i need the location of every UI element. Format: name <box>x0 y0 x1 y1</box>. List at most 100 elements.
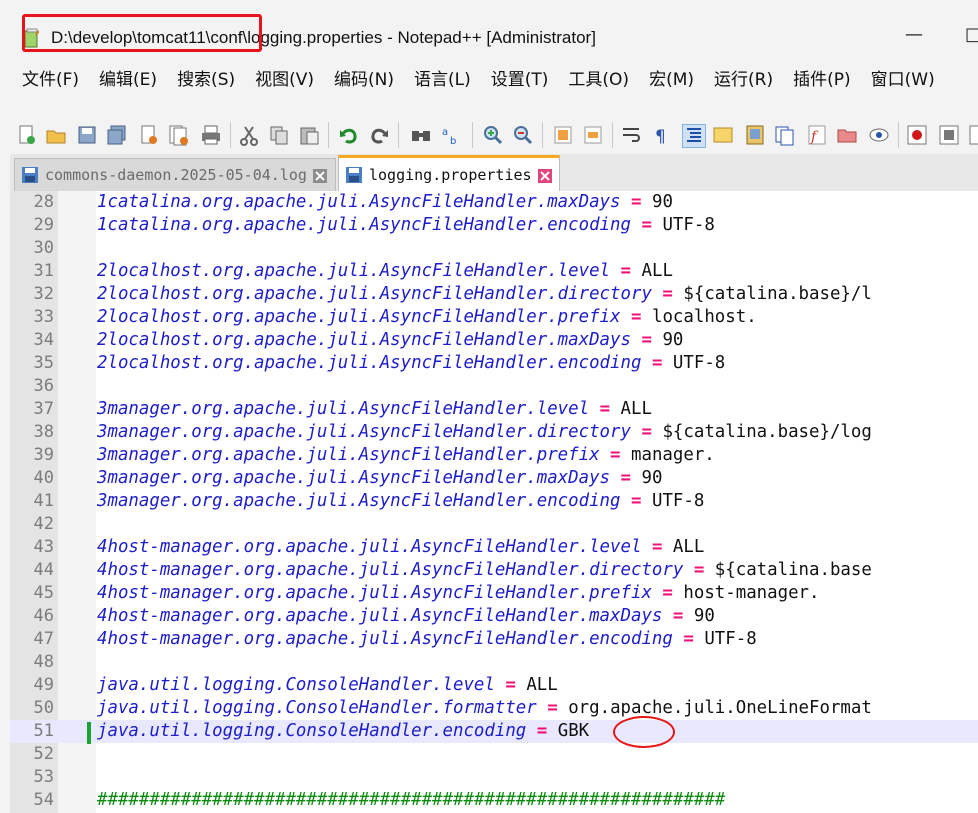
property-value: UTF-8 <box>651 491 705 511</box>
property-value: host-manager. <box>683 583 820 603</box>
menu-macro[interactable]: 宏(M) <box>649 65 694 90</box>
code-line[interactable]: 32 2localhost.org.apache.juli.AsyncFileHa… <box>10 283 978 306</box>
property-key: 2localhost.org.apache.juli.AsyncFileHand… <box>97 261 611 281</box>
paste-icon[interactable] <box>298 124 320 146</box>
stop-recording-icon[interactable] <box>938 124 960 146</box>
code-line[interactable]: 35 2localhost.org.apache.juli.AsyncFileHa… <box>10 352 978 375</box>
print-icon[interactable] <box>200 124 222 146</box>
menu-encoding[interactable]: 编码(N) <box>334 65 394 90</box>
open-file-icon[interactable] <box>45 124 67 146</box>
save-all-icon[interactable] <box>106 124 128 146</box>
code-line[interactable]: 29 1catalina.org.apache.juli.AsyncFileHan… <box>10 214 978 237</box>
code-text: 2localhost.org.apache.juli.AsyncFileHand… <box>97 306 757 329</box>
code-line[interactable]: 46 4host-manager.org.apache.juli.AsyncFil… <box>10 605 978 628</box>
menu-search[interactable]: 搜索(S) <box>177 65 235 90</box>
code-line[interactable]: 31 2localhost.org.apache.juli.AsyncFileHa… <box>10 260 978 283</box>
editor-area[interactable]: 28 1catalina.org.apache.juli.AsyncFileHan… <box>10 191 978 813</box>
user-defined-language-icon[interactable] <box>712 124 734 146</box>
word-wrap-icon[interactable] <box>620 124 642 146</box>
tab-close-icon[interactable] <box>537 168 552 183</box>
code-line[interactable]: 47 4host-manager.org.apache.juli.AsyncFil… <box>10 628 978 651</box>
maximize-button[interactable]: □ <box>965 24 978 45</box>
code-line[interactable]: 52 <box>10 743 978 766</box>
save-icon[interactable] <box>76 124 98 146</box>
tab-close-icon[interactable] <box>312 168 327 183</box>
code-line[interactable]: 30 <box>10 237 978 260</box>
menu-run[interactable]: 运行(R) <box>714 65 773 90</box>
menu-edit[interactable]: 编辑(E) <box>99 65 157 90</box>
code-line[interactable]: 37 3manager.org.apache.juli.AsyncFileHand… <box>10 398 978 421</box>
tab-label: logging.properties <box>369 165 532 184</box>
toolbar-separator <box>398 122 399 148</box>
zoom-in-icon[interactable] <box>482 124 504 146</box>
code-line[interactable]: 49 java.util.logging.ConsoleHandler.level… <box>10 674 978 697</box>
show-all-characters-icon[interactable]: ¶ <box>650 124 672 146</box>
menu-file[interactable]: 文件(F) <box>22 65 79 90</box>
property-key: java.util.logging.ConsoleHandler.level <box>97 675 495 695</box>
record-macro-icon[interactable] <box>906 124 928 146</box>
assignment-operator: = <box>536 721 548 741</box>
sync-horizontal-icon[interactable] <box>582 124 604 146</box>
left-window-edge <box>0 0 10 813</box>
code-line[interactable]: 42 <box>10 513 978 536</box>
property-value: ${catalina.base}/l <box>683 284 872 304</box>
find-icon[interactable] <box>410 124 432 146</box>
menu-view[interactable]: 视图(V) <box>255 65 314 90</box>
code-line[interactable]: 43 4host-manager.org.apache.juli.AsyncFil… <box>10 536 978 559</box>
line-number: 54 <box>33 790 54 810</box>
undo-icon[interactable] <box>338 124 360 146</box>
toolbar: ab ¶ f <box>10 96 978 155</box>
code-line[interactable]: 53 <box>10 766 978 789</box>
menu-plugins[interactable]: 插件(P) <box>793 65 851 90</box>
menu-window[interactable]: 窗口(W) <box>871 65 935 90</box>
copy-icon[interactable] <box>268 124 290 146</box>
minimize-button[interactable]: — <box>905 24 923 45</box>
code-line[interactable]: 45 4host-manager.org.apache.juli.AsyncFil… <box>10 582 978 605</box>
document-list-icon[interactable] <box>774 124 796 146</box>
sync-vertical-icon[interactable] <box>552 124 574 146</box>
code-line[interactable]: 41 3manager.org.apache.juli.AsyncFileHand… <box>10 490 978 513</box>
code-line[interactable]: 44 4host-manager.org.apache.juli.AsyncFil… <box>10 559 978 582</box>
folder-as-workspace-icon[interactable] <box>836 124 858 146</box>
line-number: 52 <box>33 744 54 764</box>
code-line[interactable]: 54 ######################################… <box>10 789 978 812</box>
close-file-icon[interactable] <box>138 124 160 146</box>
new-file-icon[interactable] <box>16 124 38 146</box>
code-line[interactable]: 36 <box>10 375 978 398</box>
code-line[interactable]: 33 2localhost.org.apache.juli.AsyncFileHa… <box>10 306 978 329</box>
close-all-icon[interactable] <box>168 124 190 146</box>
indent-guide-icon[interactable] <box>682 124 706 148</box>
document-map-icon[interactable] <box>744 124 766 146</box>
code-line[interactable]: 38 3manager.org.apache.juli.AsyncFileHand… <box>10 421 978 444</box>
menu-settings[interactable]: 设置(T) <box>491 65 549 90</box>
tab-logging-properties[interactable]: logging.properties <box>338 155 560 191</box>
line-number: 28 <box>33 192 54 212</box>
monitoring-eye-icon[interactable] <box>868 124 890 146</box>
line-number: 29 <box>33 215 54 235</box>
code-line[interactable]: 50 java.util.logging.ConsoleHandler.forma… <box>10 697 978 720</box>
tab-commons-daemon-log[interactable]: commons-daemon.2025-05-04.log <box>14 158 336 191</box>
assignment-operator: = <box>693 560 705 580</box>
play-macro-icon[interactable] <box>968 124 978 146</box>
assignment-operator: = <box>631 192 642 212</box>
function-list-icon[interactable]: f <box>806 124 828 146</box>
line-number: 40 <box>33 468 54 488</box>
replace-icon[interactable]: ab <box>440 124 462 146</box>
code-line[interactable]: 39 3manager.org.apache.juli.AsyncFileHand… <box>10 444 978 467</box>
line-number: 38 <box>33 422 54 442</box>
code-text: 4host-manager.org.apache.juli.AsyncFileH… <box>97 559 872 582</box>
code-line[interactable]: 48 <box>10 651 978 674</box>
code-line[interactable]: 51 java.util.logging.ConsoleHandler.encod… <box>10 720 978 743</box>
redo-icon[interactable] <box>368 124 390 146</box>
code-text: 3manager.org.apache.juli.AsyncFileHandle… <box>97 490 704 513</box>
toolbar-separator <box>898 122 899 148</box>
cut-icon[interactable] <box>238 124 260 146</box>
property-value: ALL <box>641 261 673 281</box>
code-line[interactable]: 34 2localhost.org.apache.juli.AsyncFileHa… <box>10 329 978 352</box>
assignment-operator: = <box>505 675 516 695</box>
code-line[interactable]: 40 3manager.org.apache.juli.AsyncFileHand… <box>10 467 978 490</box>
menu-tools[interactable]: 工具(O) <box>568 65 629 90</box>
menu-language[interactable]: 语言(L) <box>414 65 471 90</box>
zoom-out-icon[interactable] <box>512 124 534 146</box>
code-line[interactable]: 28 1catalina.org.apache.juli.AsyncFileHan… <box>10 191 978 214</box>
